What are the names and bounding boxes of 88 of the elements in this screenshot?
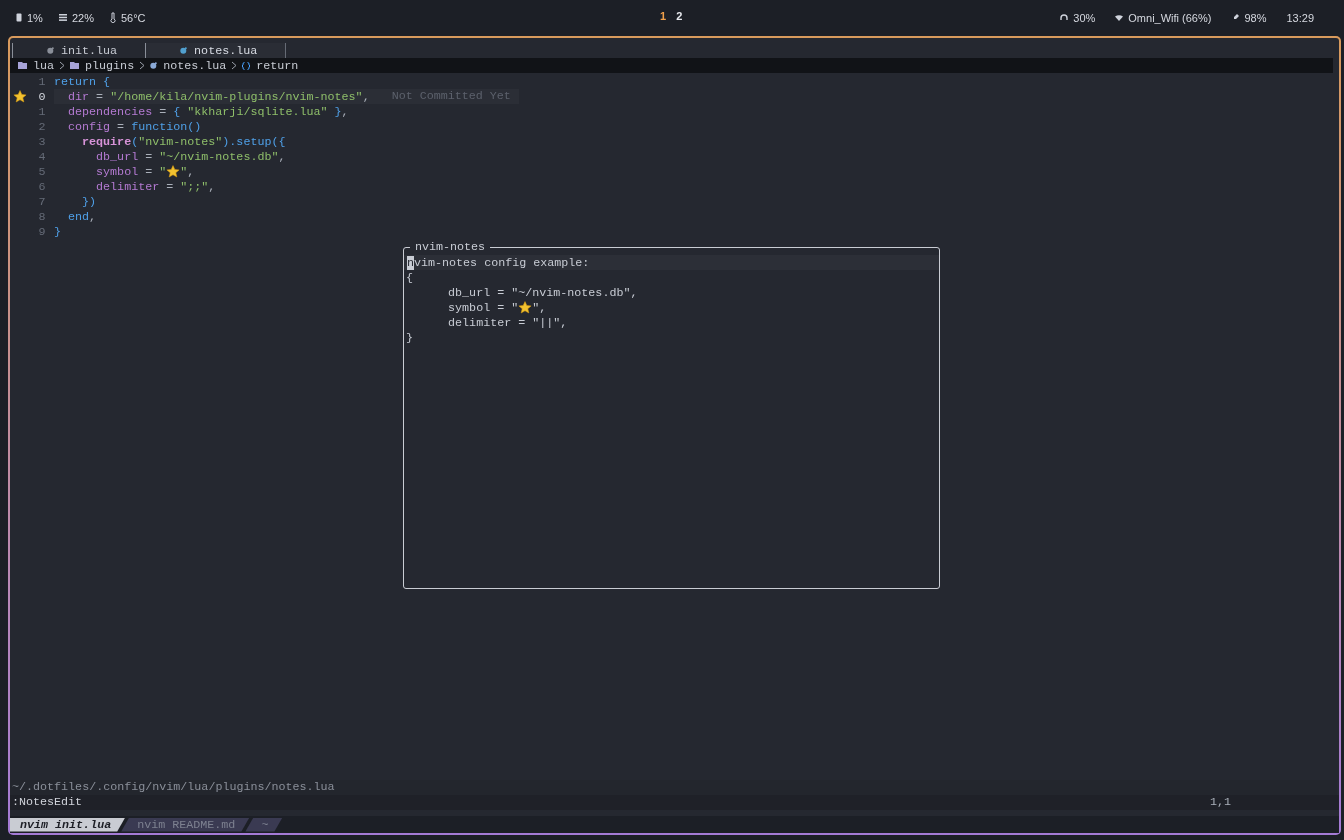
popup-text: }: [406, 330, 413, 345]
terminal-tab[interactable]: nvim init.lua: [10, 817, 126, 832]
code-token: delimiter: [95, 179, 160, 194]
popup-text: ",: [532, 300, 547, 315]
code-token: =: [95, 89, 105, 104]
line-number: 5: [37, 164, 47, 179]
lua-file-icon: [47, 47, 54, 54]
braces-icon: [242, 61, 251, 70]
status-text: 56°C: [120, 11, 146, 24]
code-token: ,: [278, 149, 286, 164]
code-token: ": [180, 164, 188, 179]
editor-tab[interactable]: notes.lua: [145, 43, 287, 58]
code-token: dependencies: [67, 104, 153, 119]
code-token: ,: [208, 179, 216, 194]
command-line: :NotesEdit: [12, 795, 83, 810]
code-token: (): [187, 119, 202, 134]
workspace-button[interactable]: 1: [660, 10, 667, 22]
code-token: end: [67, 209, 90, 224]
line-number: 9: [37, 224, 47, 239]
code-token: }: [333, 104, 342, 119]
code-token: ,: [89, 209, 97, 224]
thermometer-icon: [109, 12, 116, 23]
code-token: config: [67, 119, 111, 134]
line-number: 8: [37, 209, 47, 224]
code-token: =: [116, 119, 126, 134]
breadcrumb-item[interactable]: notes.lua: [163, 58, 227, 73]
clock-text: 13:29: [1286, 11, 1314, 24]
code-token: return: [54, 74, 97, 89]
line-number: 7: [37, 194, 47, 209]
code-token: "~/nvim-notes.db": [159, 149, 279, 164]
code-token: db_url: [95, 149, 139, 164]
workspace-button[interactable]: 2: [676, 10, 683, 22]
folder-icon: [18, 62, 27, 69]
line-number: 4: [37, 149, 47, 164]
status-text: 30%: [1073, 11, 1096, 24]
line-number: 6: [37, 179, 47, 194]
code-token: }: [54, 224, 61, 239]
status-text: 1%: [27, 11, 43, 24]
status-text: 98%: [1244, 11, 1267, 24]
code-token: ": [159, 164, 167, 179]
code-token: require: [81, 134, 132, 149]
code-token: =: [144, 164, 154, 179]
code-token: symbol: [95, 164, 139, 179]
cursor-position: 1,1: [1209, 795, 1231, 810]
code-token: ).setup({: [222, 134, 286, 149]
code-token: {: [173, 104, 182, 119]
popup-text: symbol = ": [447, 300, 519, 315]
code-token: "nvim-notes": [138, 134, 223, 149]
status-text: Omni_Wifi (66%): [1128, 11, 1212, 24]
code-token: =: [144, 149, 154, 164]
lua-file-icon: [180, 47, 188, 54]
folder-icon: [70, 62, 80, 69]
code-token: ,: [341, 104, 349, 119]
breadcrumb-item[interactable]: plugins: [85, 58, 135, 73]
code-token: "kkharji/sqlite.lua": [187, 104, 328, 119]
code-token: "/home/kila/nvim-plugins/nvim-notes": [110, 89, 363, 104]
lua-file-icon: [150, 62, 158, 69]
code-token: =: [158, 104, 168, 119]
line-number: 1: [37, 74, 47, 89]
code-token: =: [165, 179, 175, 194]
code-token: ";;": [180, 179, 209, 194]
chevron-icon: [139, 61, 146, 70]
code-token: (: [131, 134, 139, 149]
code-token: {: [102, 74, 111, 89]
wifi-icon: [1115, 14, 1124, 21]
chevron-icon: [231, 61, 238, 70]
popup-text: db_url = "~/nvim-notes.db",: [447, 285, 638, 300]
star-icon: [166, 165, 181, 178]
headphones-icon: [1060, 14, 1069, 21]
status-text: 22%: [71, 11, 94, 24]
breadcrumb-item[interactable]: lua: [33, 58, 55, 73]
code-token: dir: [67, 89, 90, 104]
line-number: 0: [37, 89, 47, 104]
file-path: ~/.dotfiles/.config/nvim/lua/plugins/notes.lua: [12, 780, 335, 794]
line-number: 2: [37, 119, 47, 134]
popup-text: vim-notes config example:: [414, 255, 590, 270]
chevron-icon: [59, 61, 66, 70]
line-number: 3: [37, 134, 47, 149]
code-token: }): [81, 194, 97, 209]
line-number: 1: [37, 104, 47, 119]
code-token: ,: [187, 164, 195, 179]
popup-text: delimiter = "||",: [447, 315, 568, 330]
breadcrumb-item[interactable]: return: [256, 58, 299, 73]
memory-icon: [58, 14, 67, 21]
code-token: ,: [362, 89, 370, 104]
popup-text: {: [406, 270, 413, 285]
code-token: function: [131, 119, 188, 134]
star-icon: [518, 301, 533, 314]
